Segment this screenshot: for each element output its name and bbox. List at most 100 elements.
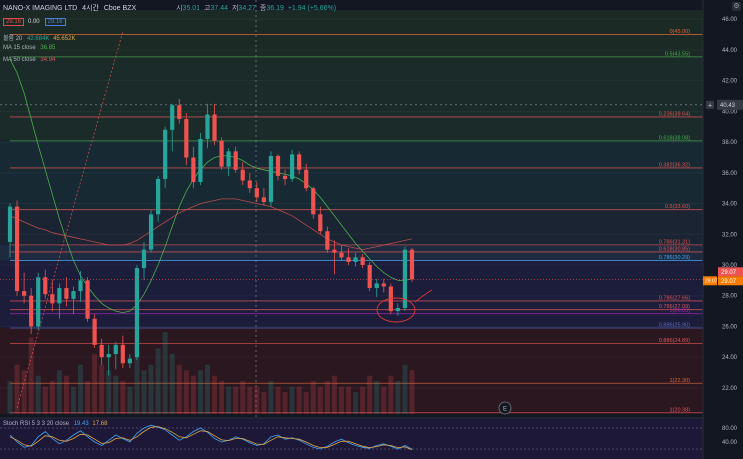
settings-icon[interactable]: ⚙ [732,2,741,11]
volume-bar [353,392,359,414]
volume-bar [254,386,260,414]
fib-label-11: 1(26.83) [670,308,691,314]
volume-bar [381,386,387,414]
volume-bar [233,386,239,414]
candle-body [297,154,302,170]
volume-bar [21,370,27,414]
candle-body [325,231,330,250]
symbol-name[interactable]: NANO-X IMAGING LTD [3,5,77,12]
rsi-legend[interactable]: Stoch RSI 5 3 3 20 close 19.43 17.68 [3,421,107,427]
fib-label-9: 0.786(27.66) [659,295,690,301]
volume-bar [35,375,41,414]
candle-body [268,155,274,203]
candle-body [120,344,125,364]
volume-bar [317,386,323,414]
top-right-icons: ⚙ [732,2,741,11]
candle-body [43,277,48,295]
ohlc-open: 35.01 [182,5,201,12]
candle-body [57,288,62,304]
volume-bar [388,375,394,414]
volume-bar [268,381,274,414]
volume-bar [70,386,76,414]
fib-label-4: 0.382(36.32) [659,162,690,168]
volume-legend[interactable]: 볼륨 20 42.684K 45.652K [3,33,75,42]
rsi-k-value: 19.43 [73,421,89,427]
volume-bar [169,353,175,414]
candle [184,112,189,166]
axis-tick-label: 42.00 [722,79,738,85]
volume-bar [106,370,112,414]
rsi-tick-label: 80.00 [722,426,738,432]
volume-bar [113,375,119,414]
candle-body [29,295,34,327]
volume-bar [120,381,126,414]
candle-body [290,154,295,179]
rsi-label: Stoch RSI 5 3 3 20 close [3,421,70,427]
volume-bar [289,386,295,414]
last-price-tag: 29.07 [705,278,718,284]
volume-bar [360,386,366,414]
volume-bar [78,364,84,414]
candle-body [240,169,245,181]
buy-price-box[interactable]: 29.16 [44,18,66,26]
volume-bar [63,375,69,414]
rsi-tick-label: 40.00 [722,440,738,446]
axis-tick-label: 24.00 [722,355,738,361]
candle-body [395,308,400,312]
candle [198,132,203,186]
candle [92,314,97,348]
volume-bar [409,370,415,414]
candle-body [78,280,83,292]
volume-bar [367,375,373,414]
fib-label-8: 0.786(30.29) [659,255,690,261]
fib-label-12: 0.886(25.90) [659,322,690,328]
candle-body [163,129,168,179]
fib-label-3: 0.618(38.08) [659,135,690,141]
chart-window: 0(45.00) 0.5(43.55) 0.236(39.64) 0.618(38.0… [0,0,743,459]
volume-bar [310,381,316,414]
volume-bar [374,381,380,414]
candle-body [332,249,337,253]
ohlc-close: 36.19 [266,5,284,12]
candle-body [148,214,154,250]
rsi-d-value: 17.68 [92,421,108,427]
axis-tick-label: 26.00 [722,324,738,330]
fib-label-7: 0.618(30.85) [659,246,690,252]
volume-bar [141,370,147,414]
candle-body [14,206,20,292]
candle [85,277,90,322]
volume-bar [240,381,246,414]
candle-body [22,291,27,296]
fib-zone-2 [0,140,703,210]
volume-bar [212,375,218,414]
sell-price-box[interactable]: 29.16 [3,18,25,26]
candle [268,151,274,207]
candle-body [113,344,118,355]
volume-bar [162,332,168,414]
candle-body [156,178,161,215]
ma15-legend[interactable]: MA 15 close 36.85 [3,45,55,51]
candle-body [184,119,189,158]
candle-body [127,358,132,364]
ma50-legend[interactable]: MA 50 close 34.94 [3,57,55,63]
ohlc-high: 37.44 [210,5,229,12]
axis-tick-label: 36.00 [722,171,738,177]
candle-body [226,151,231,167]
volume-bar [331,375,337,414]
volume-bar [183,370,189,414]
ohlc-open-label: 시 [176,5,183,12]
candle-body [233,151,238,170]
volume-bar [14,364,20,414]
fib-label-15: 1(20.38) [670,407,691,413]
fib-label-5: 0.5(33.60) [665,204,690,210]
candle-body [141,249,147,269]
axis-tick-label: 34.00 [722,202,738,208]
volume-bar [92,353,98,414]
interval-label[interactable]: 4시간 [82,5,99,12]
candle-body [381,283,386,287]
price-chart[interactable]: 0(45.00) 0.5(43.55) 0.236(39.64) 0.618(38.0… [0,0,743,459]
candle [311,186,316,219]
volume-bar [176,364,182,414]
volume-bar [275,386,281,414]
candle [14,200,20,296]
